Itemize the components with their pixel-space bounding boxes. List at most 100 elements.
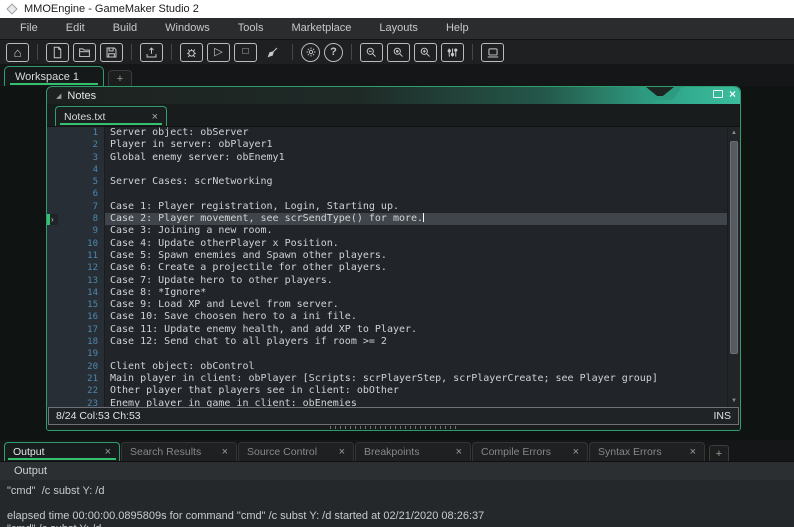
editor-line[interactable]: 9 Case 3: Joining a new room. <box>47 225 727 238</box>
editor-line[interactable]: 17 Case 11: Update enemy health, and add… <box>47 323 727 337</box>
tab-notes-txt[interactable]: Notes.txt × <box>55 106 167 126</box>
editor-line[interactable]: 19 <box>47 348 727 361</box>
clean-button[interactable] <box>261 43 284 62</box>
line-margin <box>47 286 63 300</box>
scroll-down-icon[interactable]: ▼ <box>728 395 740 407</box>
help-button[interactable]: ? <box>324 42 343 62</box>
play-icon: ▷ <box>214 45 223 58</box>
editor-line[interactable]: 10 Case 4: Update otherPlayer x Position… <box>47 237 727 250</box>
editor-line[interactable]: 2 Player in server: obPlayer1 <box>47 139 727 152</box>
close-tab-icon[interactable]: × <box>690 446 696 458</box>
output-header: Output <box>0 461 794 480</box>
editor-line[interactable]: 6 <box>47 188 727 201</box>
bottom-panel-tab[interactable]: Compile Errors × <box>472 442 588 461</box>
settings-button[interactable] <box>301 42 320 62</box>
editor-line[interactable]: 1 Server object: obServer <box>47 127 727 140</box>
close-tab-icon[interactable]: × <box>105 446 111 458</box>
help-icon: ? <box>330 45 337 58</box>
zoom-out-button[interactable] <box>360 42 383 62</box>
line-text: Player in server: obPlayer1 <box>110 139 273 151</box>
notes-titlebar[interactable]: ◢ Notes × <box>47 87 740 104</box>
line-number: 2 <box>63 139 105 152</box>
add-workspace-button[interactable]: + <box>108 70 132 86</box>
line-text: Case 4: Update otherPlayer x Position. <box>110 237 339 249</box>
editor-line[interactable]: 23 Enemy player in game in client: obEne… <box>47 397 727 407</box>
line-number: 15 <box>63 299 105 312</box>
line-text: Case 1: Player registration, Login, Star… <box>110 200 399 212</box>
bottom-tab-label: Breakpoints <box>364 446 420 458</box>
scrollbar-thumb[interactable] <box>730 141 738 354</box>
home-button[interactable]: ⌂ <box>6 42 29 62</box>
notes-window: ◢ Notes × Notes.txt × 1 Server object: o… <box>46 86 741 431</box>
game-options-button[interactable] <box>441 42 464 62</box>
editor-line[interactable]: 21 Main player in client: obPlayer [Scri… <box>47 372 727 386</box>
bottom-tab-label: Source Control <box>247 446 318 458</box>
close-tab-icon[interactable]: × <box>339 446 345 458</box>
bottom-panel: Output × Search Results × Source Control… <box>0 440 794 527</box>
os-titlebar: MMOEngine - GameMaker Studio 2 <box>0 0 794 18</box>
close-tab-icon[interactable]: × <box>456 446 462 458</box>
workspace-tab-label: Workspace 1 <box>15 70 79 83</box>
menu-item[interactable]: File <box>6 18 52 39</box>
debug-button[interactable] <box>180 42 203 62</box>
text-editor[interactable]: 1 Server object: obServer 2 Player in se… <box>47 127 740 407</box>
line-text: Server object: obServer <box>110 127 249 138</box>
stop-button[interactable]: □ <box>234 42 257 62</box>
bottom-tab-label: Syntax Errors <box>598 446 662 458</box>
editor-line[interactable]: 20 Client object: obControl <box>47 360 727 373</box>
close-tab-icon[interactable]: × <box>152 111 158 123</box>
editor-line[interactable]: 4 <box>47 163 727 177</box>
bottom-panel-tab[interactable]: Output × <box>4 442 120 461</box>
open-project-button[interactable] <box>73 42 96 62</box>
collapse-icon[interactable]: ◢ <box>56 92 61 100</box>
line-margin <box>47 360 63 373</box>
editor-line[interactable]: 13 Case 7: Update hero to other players. <box>47 274 727 287</box>
new-file-button[interactable] <box>46 42 69 62</box>
editor-scrollbar[interactable]: ▲ ▼ <box>727 127 740 407</box>
save-project-button[interactable] <box>100 42 123 62</box>
close-tab-icon[interactable]: × <box>573 446 579 458</box>
bottom-panel-tab[interactable]: Source Control × <box>238 442 354 461</box>
editor-line[interactable]: 12 Case 6: Create a projectile for other… <box>47 262 727 275</box>
zoom-in-button[interactable] <box>414 42 437 62</box>
export-project-button[interactable] <box>140 42 163 62</box>
menu-item[interactable]: Edit <box>52 18 99 39</box>
editor-line[interactable]: 3 Global enemy server: obEnemy1 <box>47 151 727 164</box>
menu-item[interactable]: Windows <box>151 18 224 39</box>
bottom-panel-tab[interactable]: Search Results × <box>121 442 237 461</box>
bottom-panel-tab[interactable]: Syntax Errors × <box>589 442 705 461</box>
zoom-reset-button[interactable] <box>387 42 410 62</box>
maximize-button[interactable] <box>712 90 723 98</box>
line-text: Case 2: Player movement, see scrSendType… <box>105 213 727 226</box>
line-number: 19 <box>63 348 105 361</box>
editor-line[interactable]: 11 Case 5: Spawn enemies and Spawn other… <box>47 249 727 263</box>
menu-item[interactable]: Help <box>432 18 483 39</box>
line-margin <box>47 237 63 250</box>
target-manager-button[interactable] <box>481 42 504 62</box>
output-console[interactable]: "cmd" /c subst Y: /d elapsed time 00:00:… <box>0 480 794 527</box>
editor-line[interactable]: 14 Case 8: *Ignore* <box>47 286 727 300</box>
resize-handle[interactable] <box>328 426 459 429</box>
editor-line[interactable]: 18 Case 12: Send chat to all players if … <box>47 336 727 349</box>
editor-line[interactable]: 15 Case 9: Load XP and Level from server… <box>47 299 727 312</box>
menu-item[interactable]: Layouts <box>365 18 432 39</box>
menu-bar: File Edit Build Windows Tools Marketplac… <box>0 18 794 39</box>
close-window-button[interactable]: × <box>729 88 736 100</box>
scroll-up-icon[interactable]: ▲ <box>728 127 740 139</box>
editor-line[interactable]: 7 Case 1: Player registration, Login, St… <box>47 200 727 214</box>
menu-item[interactable]: Build <box>99 18 151 39</box>
add-bottom-tab-button[interactable]: + <box>709 445 729 461</box>
line-text: Case 5: Spawn enemies and Spawn other pl… <box>110 249 387 261</box>
bottom-panel-tab[interactable]: Breakpoints × <box>355 442 471 461</box>
tab-workspace-1[interactable]: Workspace 1 <box>4 66 104 86</box>
menu-item[interactable]: Tools <box>224 18 278 39</box>
run-button[interactable]: ▷ <box>207 42 230 62</box>
editor-line[interactable]: 16 Case 10: Save choosen hero to a ini f… <box>47 311 727 324</box>
editor-line[interactable]: › 8 Case 2: Player movement, see scrSend… <box>47 213 727 226</box>
line-margin <box>47 188 63 201</box>
text-cursor <box>423 213 425 223</box>
close-tab-icon[interactable]: × <box>222 446 228 458</box>
editor-line[interactable]: 5 Server Cases: scrNetworking <box>47 176 727 189</box>
menu-item[interactable]: Marketplace <box>277 18 365 39</box>
editor-line[interactable]: 22 Other player that players see in clie… <box>47 385 727 398</box>
